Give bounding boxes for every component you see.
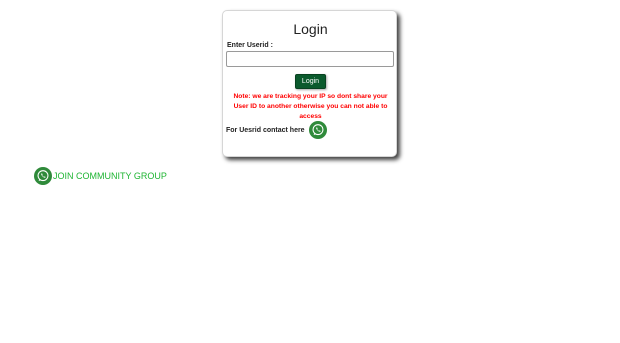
login-card: Login Enter Userid : Login Note: we are …: [222, 10, 397, 157]
contact-label: For Uesrid contact here: [226, 126, 305, 134]
userid-label: Enter Userid :: [227, 42, 273, 49]
contact-row: For Uesrid contact here: [226, 121, 327, 139]
ip-tracking-note: Note: we are tracking your IP so dont sh…: [233, 93, 388, 120]
whatsapp-icon[interactable]: [308, 121, 327, 139]
login-title: Login: [293, 21, 328, 37]
whatsapp-icon[interactable]: [34, 167, 52, 185]
join-community-link[interactable]: JOIN COMMUNITY GROUP: [34, 167, 167, 185]
join-community-label[interactable]: JOIN COMMUNITY GROUP: [53, 171, 167, 181]
login-button[interactable]: Login: [295, 74, 326, 89]
userid-input[interactable]: [226, 51, 394, 67]
